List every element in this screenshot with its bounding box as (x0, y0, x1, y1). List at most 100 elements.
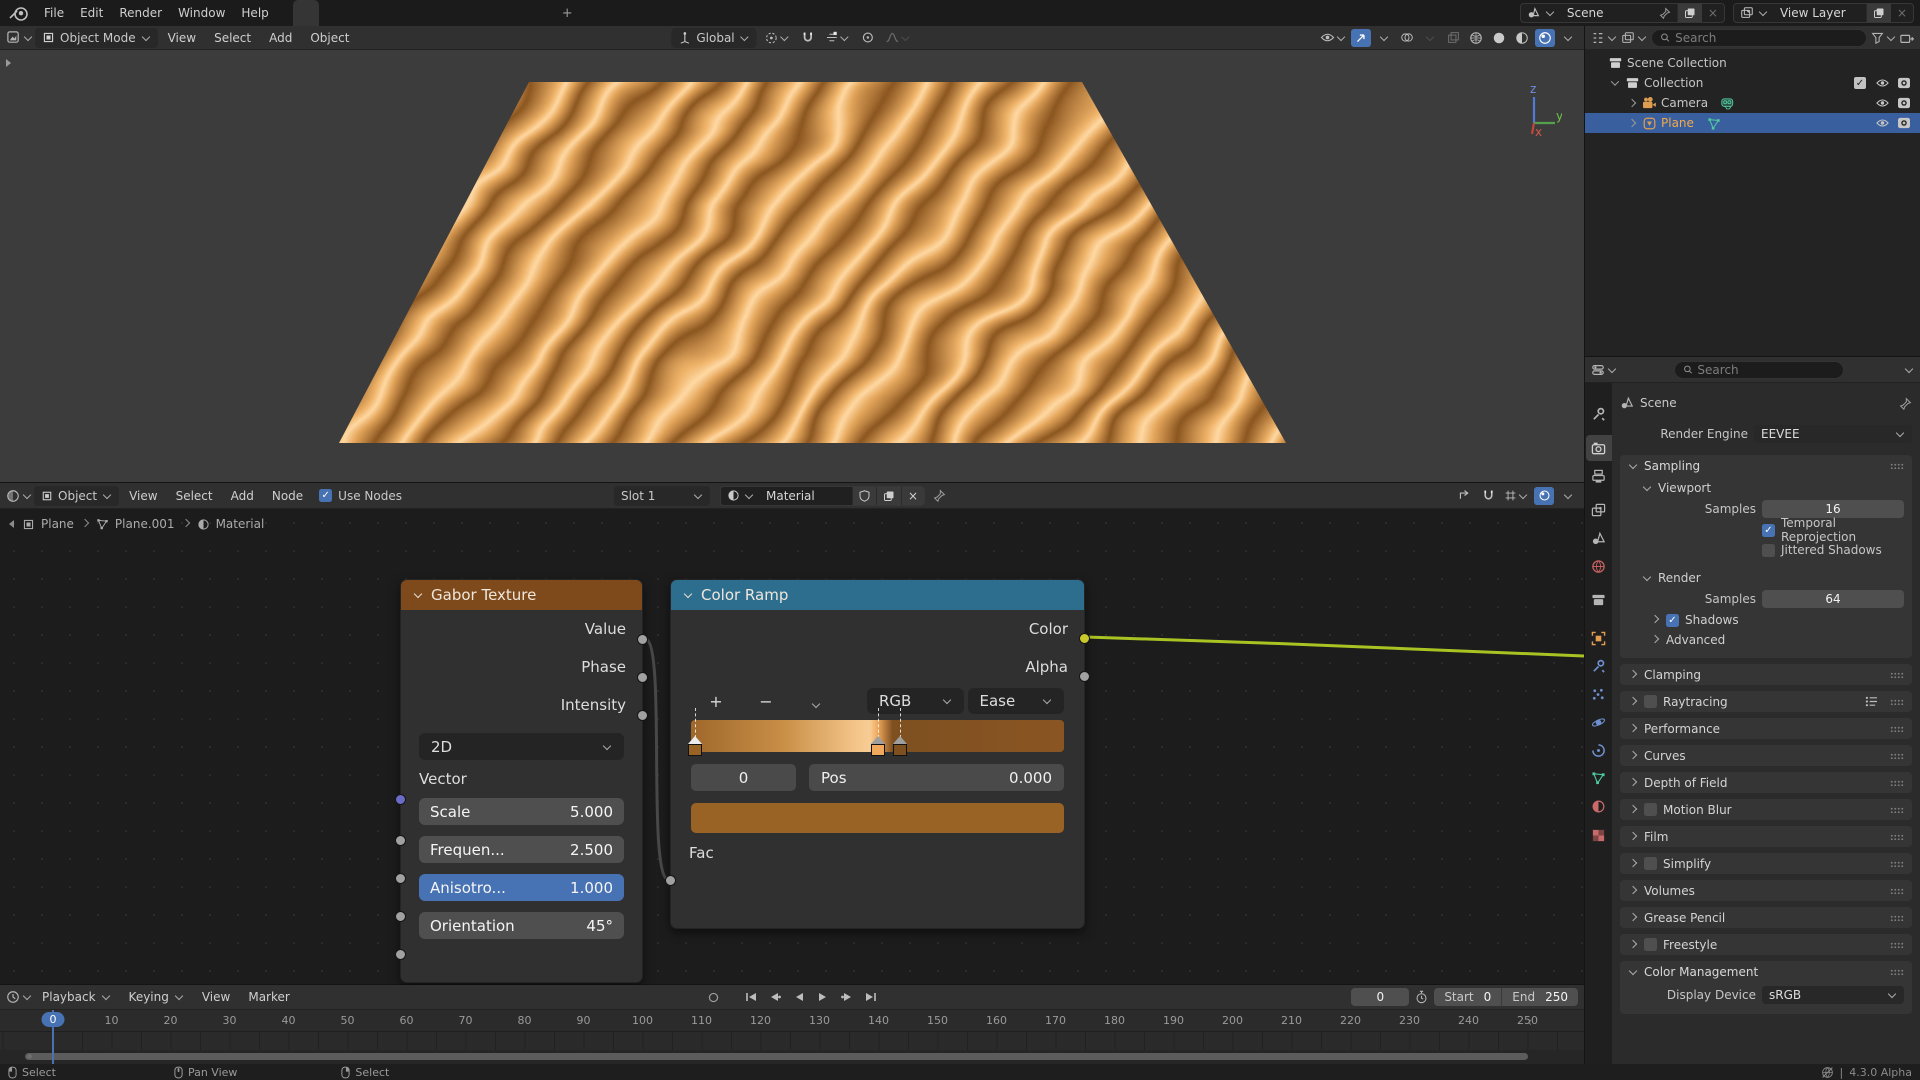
unlink-material-button[interactable]: × (901, 487, 924, 505)
collapsed-section[interactable]: Film (1620, 826, 1912, 847)
tab-render[interactable] (1586, 435, 1612, 461)
xray-toggle[interactable] (1443, 29, 1463, 47)
section-checkbox[interactable] (1644, 857, 1657, 870)
collapse-arrow-icon[interactable] (8, 519, 16, 529)
tab-world[interactable] (1586, 553, 1612, 579)
editor-type-button[interactable] (6, 30, 33, 45)
shadows-checkbox[interactable]: ✓ (1666, 614, 1679, 627)
frequency-input-socket[interactable] (395, 873, 406, 884)
orientation-input-socket[interactable] (395, 949, 406, 960)
previous-keyframe-button[interactable] (765, 988, 785, 1006)
node-canvas[interactable]: Plane Plane.001 Material Gabor Texture V… (0, 509, 1584, 985)
topbar-menu[interactable]: Edit (72, 3, 111, 23)
drag-grip-icon[interactable] (1890, 915, 1904, 921)
drag-grip-icon[interactable] (1890, 942, 1904, 948)
selectable-checkbox[interactable]: ✓ (1852, 77, 1868, 89)
intensity-output-socket[interactable] (637, 710, 648, 721)
shading-solid-button[interactable] (1489, 29, 1509, 47)
collapsed-section[interactable]: Curves (1620, 745, 1912, 766)
node-snap-toggle[interactable] (1478, 487, 1498, 505)
timeline-menu[interactable]: Marker (240, 987, 297, 1007)
current-frame-field[interactable]: 0 (1351, 988, 1409, 1006)
camera-data-icon[interactable] (1720, 95, 1736, 111)
collapsed-section[interactable]: Volumes (1620, 880, 1912, 901)
gabor-dimensions-select[interactable]: 2D (419, 733, 624, 760)
timeline-ruler[interactable]: 0102030405060708090100110120130140150160… (0, 1010, 1584, 1032)
timeline-dropdown-menu[interactable]: Playback (34, 987, 119, 1007)
toolbar-expand-arrow[interactable] (4, 58, 12, 68)
outliner-row[interactable]: Camera ✓ (1585, 93, 1920, 113)
stop-index-field[interactable]: 0 (691, 764, 796, 791)
advanced-subpanel-header[interactable]: Advanced (1628, 630, 1904, 650)
hide-in-viewport-toggle[interactable] (1874, 117, 1890, 129)
color-stop-handle[interactable] (870, 734, 886, 758)
use-nodes-toggle[interactable]: ✓ Use Nodes (319, 489, 402, 503)
drag-grip-icon[interactable] (1890, 861, 1904, 867)
temporal-reprojection-checkbox[interactable]: ✓ (1762, 524, 1775, 537)
color-stop-handle[interactable] (687, 734, 703, 758)
hide-in-viewport-toggle[interactable] (1874, 97, 1890, 109)
shading-rendered-button[interactable] (1535, 29, 1555, 47)
workspace-tab[interactable] (449, 0, 475, 26)
stop-position-field[interactable]: Pos0.000 (809, 764, 1064, 791)
color-ramp-node[interactable]: Color Ramp Color Alpha + − RGB Ease (670, 579, 1085, 929)
workspace-tab[interactable] (501, 0, 527, 26)
drag-grip-icon[interactable] (1890, 780, 1904, 786)
timeline-collapse-arrow[interactable]: ‹ (1527, 1015, 1532, 1029)
properties-search-input[interactable] (1697, 363, 1834, 377)
collapsed-section[interactable]: Grease Pencil (1620, 907, 1912, 928)
node-value-field[interactable]: Scale 5.000 (419, 798, 624, 825)
tab-output[interactable] (1586, 463, 1612, 489)
tab-tool[interactable] (1586, 401, 1612, 427)
view-layer-browse-button[interactable] (1734, 4, 1774, 22)
gabor-texture-node[interactable]: Gabor Texture ValuePhaseIntensity 2D Vec… (400, 579, 643, 983)
hide-in-viewport-toggle[interactable] (1874, 77, 1890, 89)
material-name-field[interactable]: Material (760, 487, 852, 505)
section-checkbox[interactable] (1644, 695, 1657, 708)
topbar-menu[interactable]: Render (111, 3, 170, 23)
workspace-tab[interactable] (527, 0, 553, 26)
viewport-canvas[interactable]: z y x (0, 50, 1584, 483)
breadcrumb-scene[interactable]: Scene (1640, 396, 1677, 410)
properties-search[interactable] (1674, 361, 1844, 379)
next-keyframe-button[interactable] (837, 988, 857, 1006)
collapsed-section[interactable]: Depth of Field (1620, 772, 1912, 793)
tab-texture[interactable] (1586, 822, 1612, 848)
viewport-menu[interactable]: Object (302, 28, 357, 48)
node-snap-target-selector[interactable] (1502, 487, 1530, 505)
transform-orientation-selector[interactable]: Global (671, 28, 756, 48)
pivot-point-selector[interactable] (763, 29, 792, 47)
shadows-subpanel-header[interactable]: ✓ Shadows (1628, 610, 1904, 630)
show-overlays-toggle[interactable] (1397, 29, 1417, 47)
shader-editor-type-button[interactable] (6, 489, 32, 503)
topbar-menu[interactable]: File (36, 3, 72, 23)
viewport-subpanel-header[interactable]: Viewport (1628, 478, 1904, 498)
collapsed-section[interactable]: Performance (1620, 718, 1912, 739)
topbar-menu[interactable]: Help (233, 3, 276, 23)
tab-particles[interactable] (1586, 681, 1612, 707)
viewport-menu[interactable]: View (160, 28, 204, 48)
node-preview-toggle[interactable] (1534, 487, 1554, 505)
properties-options-button[interactable] (1904, 366, 1914, 374)
expand-chevron-icon[interactable] (1628, 99, 1636, 107)
play-button[interactable] (813, 988, 833, 1006)
tab-data[interactable] (1586, 765, 1612, 791)
shader-type-selector[interactable]: Object (34, 486, 119, 506)
remove-stop-button[interactable]: − (741, 692, 791, 711)
outliner-search[interactable] (1651, 29, 1867, 47)
tab-object[interactable] (1586, 625, 1612, 651)
interpolation-select[interactable]: Ease (968, 688, 1065, 714)
drag-grip-icon[interactable] (1890, 807, 1904, 813)
disable-in-renders-toggle[interactable] (1896, 117, 1912, 129)
gizmo-dropdown[interactable] (1374, 29, 1394, 47)
timeline-channel-area[interactable] (0, 1032, 1584, 1050)
viewport-menu[interactable]: Add (261, 28, 300, 48)
outliner-editor-type-button[interactable] (1591, 31, 1617, 45)
color-output-socket[interactable] (1079, 633, 1090, 644)
scene-name[interactable]: Scene (1561, 4, 1653, 22)
collapsed-section[interactable]: Freestyle (1620, 934, 1912, 955)
outliner-row[interactable]: Plane ✓ (1585, 113, 1920, 133)
pin-id-icon[interactable] (1899, 397, 1912, 410)
shader-menu[interactable]: Add (223, 486, 262, 506)
timeline-dropdown-menu[interactable]: Keying (121, 987, 192, 1007)
